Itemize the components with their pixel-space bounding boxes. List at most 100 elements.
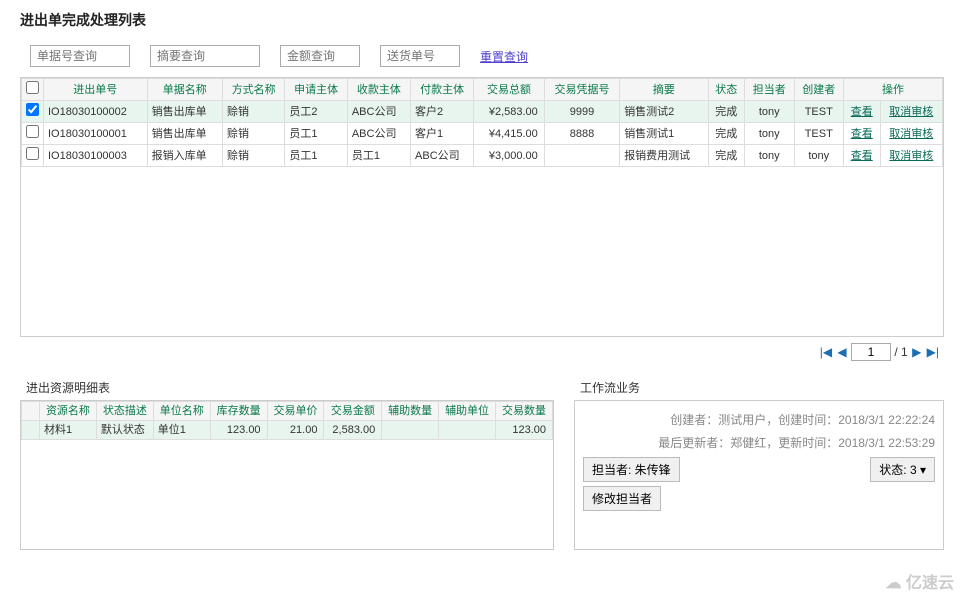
workflow-title: 工作流业务 <box>574 375 944 400</box>
cell-aux <box>382 421 439 440</box>
workflow-panel: 创建者：测试用户，创建时间：2018/3/1 22:22:24 最后更新者：郑健… <box>574 400 944 550</box>
page-sep: / <box>894 345 897 359</box>
cell-docno: IO18030100001 <box>44 123 148 145</box>
row-checkbox[interactable] <box>26 103 39 116</box>
cell-summary: 销售测试1 <box>620 123 708 145</box>
workflow-updater: 最后更新者：郑健红，更新时间：2018/3/1 22:53:29 <box>583 434 935 451</box>
workflow-creator: 创建者：测试用户，创建时间：2018/3/1 22:22:24 <box>583 411 935 428</box>
detail-col-auxunit: 辅助单位 <box>439 402 496 421</box>
first-page-icon[interactable]: |◀ <box>819 345 833 359</box>
cancel-audit-link[interactable]: 取消审核 <box>889 106 933 118</box>
filter-bar: 重置查询 <box>20 45 944 67</box>
page-total: 1 <box>901 345 908 359</box>
cell-qty: 123.00 <box>496 421 553 440</box>
cell-voucher: 9999 <box>544 101 619 123</box>
cell-chk <box>22 421 40 440</box>
last-page-icon[interactable]: ▶| <box>926 345 940 359</box>
cell-applicant: 员工2 <box>285 101 347 123</box>
cancel-audit-link[interactable]: 取消审核 <box>889 128 933 140</box>
summary-input[interactable] <box>150 45 260 67</box>
cell-amount: ¥4,415.00 <box>474 123 545 145</box>
next-page-icon[interactable]: ▶ <box>911 345 922 359</box>
view-link[interactable]: 查看 <box>851 128 873 140</box>
row-checkbox[interactable] <box>26 147 39 160</box>
detail-col-amount: 交易金额 <box>324 402 382 421</box>
cell-creator: TEST <box>794 123 843 145</box>
watermark-text: 亿速云 <box>906 575 954 592</box>
select-all-checkbox[interactable] <box>26 81 39 94</box>
cell-status: 完成 <box>708 123 745 145</box>
detail-panel: 资源名称 状态描述 单位名称 库存数量 交易单价 交易金额 辅助数量 辅助单位 … <box>20 400 554 550</box>
detail-title: 进出资源明细表 <box>20 375 554 400</box>
header-row: 进出单号 单据名称 方式名称 申请主体 收款主体 付款主体 交易总额 交易凭据号… <box>22 79 943 101</box>
table-row[interactable]: IO18030100001 销售出库单 赊销 员工1 ABC公司 客户1 ¥4,… <box>22 123 943 145</box>
col-docname: 单据名称 <box>147 79 222 101</box>
cell-payer: ABC公司 <box>411 145 474 167</box>
main-table: 进出单号 单据名称 方式名称 申请主体 收款主体 付款主体 交易总额 交易凭据号… <box>21 78 943 167</box>
cancel-audit-link[interactable]: 取消审核 <box>889 150 933 162</box>
cell-applicant: 员工1 <box>285 123 347 145</box>
doc-no-input[interactable] <box>30 45 130 67</box>
col-voucher: 交易凭据号 <box>544 79 619 101</box>
modify-handler-button[interactable]: 修改担当者 <box>583 486 661 511</box>
table-row[interactable]: IO18030100002 销售出库单 赊销 员工2 ABC公司 客户2 ¥2,… <box>22 101 943 123</box>
table-row[interactable]: IO18030100003 报销入库单 赊销 员工1 员工1 ABC公司 ¥3,… <box>22 145 943 167</box>
reset-link[interactable]: 重置查询 <box>480 48 528 65</box>
delivery-input[interactable] <box>380 45 460 67</box>
cell-payee: 员工1 <box>347 145 410 167</box>
row-checkbox[interactable] <box>26 125 39 138</box>
cell-method: 赊销 <box>222 145 284 167</box>
col-payee: 收款主体 <box>347 79 410 101</box>
main-table-wrap: 进出单号 单据名称 方式名称 申请主体 收款主体 付款主体 交易总额 交易凭据号… <box>20 77 944 337</box>
cell-handler: tony <box>745 123 794 145</box>
view-link[interactable]: 查看 <box>851 150 873 162</box>
col-summary: 摘要 <box>620 79 708 101</box>
cell-stock: 123.00 <box>210 421 267 440</box>
col-action: 操作 <box>843 79 942 101</box>
cell-status: 完成 <box>708 101 745 123</box>
detail-header-row: 资源名称 状态描述 单位名称 库存数量 交易单价 交易金额 辅助数量 辅助单位 … <box>22 402 553 421</box>
cell-amount: 2,583.00 <box>324 421 382 440</box>
cell-docname: 销售出库单 <box>147 101 222 123</box>
cell-applicant: 员工1 <box>285 145 347 167</box>
col-payer: 付款主体 <box>411 79 474 101</box>
watermark: ☁ 亿速云 <box>886 569 954 593</box>
cell-status: 完成 <box>708 145 745 167</box>
view-link[interactable]: 查看 <box>851 106 873 118</box>
cell-docno: IO18030100002 <box>44 101 148 123</box>
prev-page-icon[interactable]: ◀ <box>836 345 847 359</box>
cell-method: 赊销 <box>222 101 284 123</box>
col-creator: 创建者 <box>794 79 843 101</box>
cell-creator: TEST <box>794 101 843 123</box>
amount-input[interactable] <box>280 45 360 67</box>
handler-button[interactable]: 担当者: 朱传锋 <box>583 457 680 482</box>
cell-docname: 报销入库单 <box>147 145 222 167</box>
detail-col-price: 交易单价 <box>267 402 324 421</box>
status-button[interactable]: 状态: 3 ▾ <box>870 457 935 482</box>
cell-price: 21.00 <box>267 421 324 440</box>
detail-col-name: 资源名称 <box>40 402 97 421</box>
pager: |◀ ◀ / 1 ▶ ▶| <box>20 337 944 367</box>
cloud-icon: ☁ <box>886 573 902 593</box>
cell-amount: ¥3,000.00 <box>474 145 545 167</box>
cell-creator: tony <box>794 145 843 167</box>
cell-payee: ABC公司 <box>347 123 410 145</box>
cell-handler: tony <box>745 101 794 123</box>
detail-row[interactable]: 材料1 默认状态 单位1 123.00 21.00 2,583.00 123.0… <box>22 421 553 440</box>
cell-voucher: 8888 <box>544 123 619 145</box>
cell-voucher <box>544 145 619 167</box>
page-input[interactable] <box>851 343 891 361</box>
cell-unit: 单位1 <box>153 421 210 440</box>
col-method: 方式名称 <box>222 79 284 101</box>
col-handler: 担当者 <box>745 79 794 101</box>
cell-payer: 客户2 <box>411 101 474 123</box>
cell-method: 赊销 <box>222 123 284 145</box>
col-docno: 进出单号 <box>44 79 148 101</box>
cell-status: 默认状态 <box>96 421 153 440</box>
cell-payer: 客户1 <box>411 123 474 145</box>
col-status: 状态 <box>708 79 745 101</box>
detail-col-qty: 交易数量 <box>496 402 553 421</box>
cell-docno: IO18030100003 <box>44 145 148 167</box>
col-applicant: 申请主体 <box>285 79 347 101</box>
page-title: 进出单完成处理列表 <box>20 10 944 30</box>
